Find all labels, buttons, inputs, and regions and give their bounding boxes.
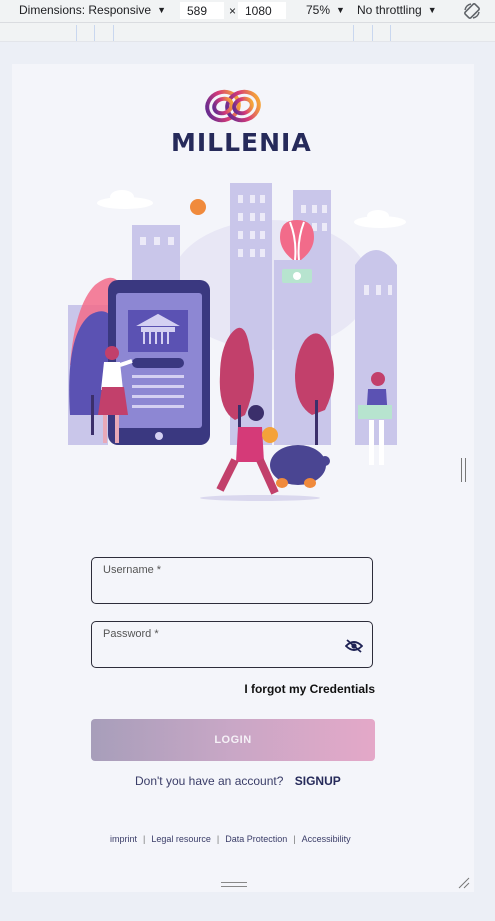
media-query-ruler xyxy=(0,23,495,42)
username-label: Username * xyxy=(103,564,162,576)
legal-resource-link[interactable]: Legal resource xyxy=(151,834,211,844)
sun-icon xyxy=(190,199,206,215)
infinity-logo-icon xyxy=(205,89,261,123)
balloon-icon xyxy=(280,220,314,283)
dimensions-dropdown[interactable]: Dimensions: Responsive ▼ xyxy=(19,3,166,17)
no-account-text: Don't you have an account? xyxy=(135,774,284,788)
resize-handle-vertical[interactable] xyxy=(461,458,467,482)
accessibility-link[interactable]: Accessibility xyxy=(302,834,351,844)
password-label: Password * xyxy=(103,628,159,640)
width-input[interactable]: 589 xyxy=(180,2,224,19)
imprint-link[interactable]: imprint xyxy=(110,834,137,844)
hero-illustration xyxy=(68,183,406,501)
password-field[interactable]: Password * xyxy=(91,621,373,668)
data-protection-link[interactable]: Data Protection xyxy=(225,834,287,844)
zoom-label: 75% xyxy=(306,3,331,17)
footer-separator: | xyxy=(216,834,220,844)
footer-links: imprint | Legal resource | Data Protection | A… xyxy=(110,834,351,844)
resize-corner-icon[interactable] xyxy=(458,877,470,889)
dimensions-label: Dimensions: Responsive xyxy=(19,3,152,17)
signup-link[interactable]: SIGNUP xyxy=(295,774,341,788)
rotate-device-button[interactable] xyxy=(462,1,482,21)
rotate-icon xyxy=(464,3,480,19)
signup-row: Don't you have an account? SIGNUP xyxy=(135,774,341,788)
login-button[interactable]: LOGIN xyxy=(91,719,375,761)
height-input[interactable]: 1080 xyxy=(238,2,286,19)
throttle-dropdown[interactable]: No throttling ▼ xyxy=(357,3,437,17)
footer-separator: | xyxy=(293,834,296,844)
resize-handle-horizontal[interactable] xyxy=(221,882,247,888)
forgot-credentials-link[interactable]: I forgot my Credentials xyxy=(230,682,375,696)
eye-off-icon[interactable] xyxy=(345,639,363,653)
zoom-dropdown[interactable]: 75% ▼ xyxy=(306,3,345,17)
caret-down-icon: ▼ xyxy=(157,5,166,15)
devtools-toolbar: Dimensions: Responsive ▼ 589 × 1080 75% … xyxy=(0,0,495,23)
caret-down-icon: ▼ xyxy=(336,5,345,15)
throttle-label: No throttling xyxy=(357,3,422,17)
times-sign: × xyxy=(229,4,237,18)
brand-logo xyxy=(170,84,296,133)
footer-separator: | xyxy=(143,834,146,844)
brand-name: MILLENIA xyxy=(171,128,312,157)
username-field[interactable]: Username * xyxy=(91,557,373,604)
caret-down-icon: ▼ xyxy=(427,5,437,15)
